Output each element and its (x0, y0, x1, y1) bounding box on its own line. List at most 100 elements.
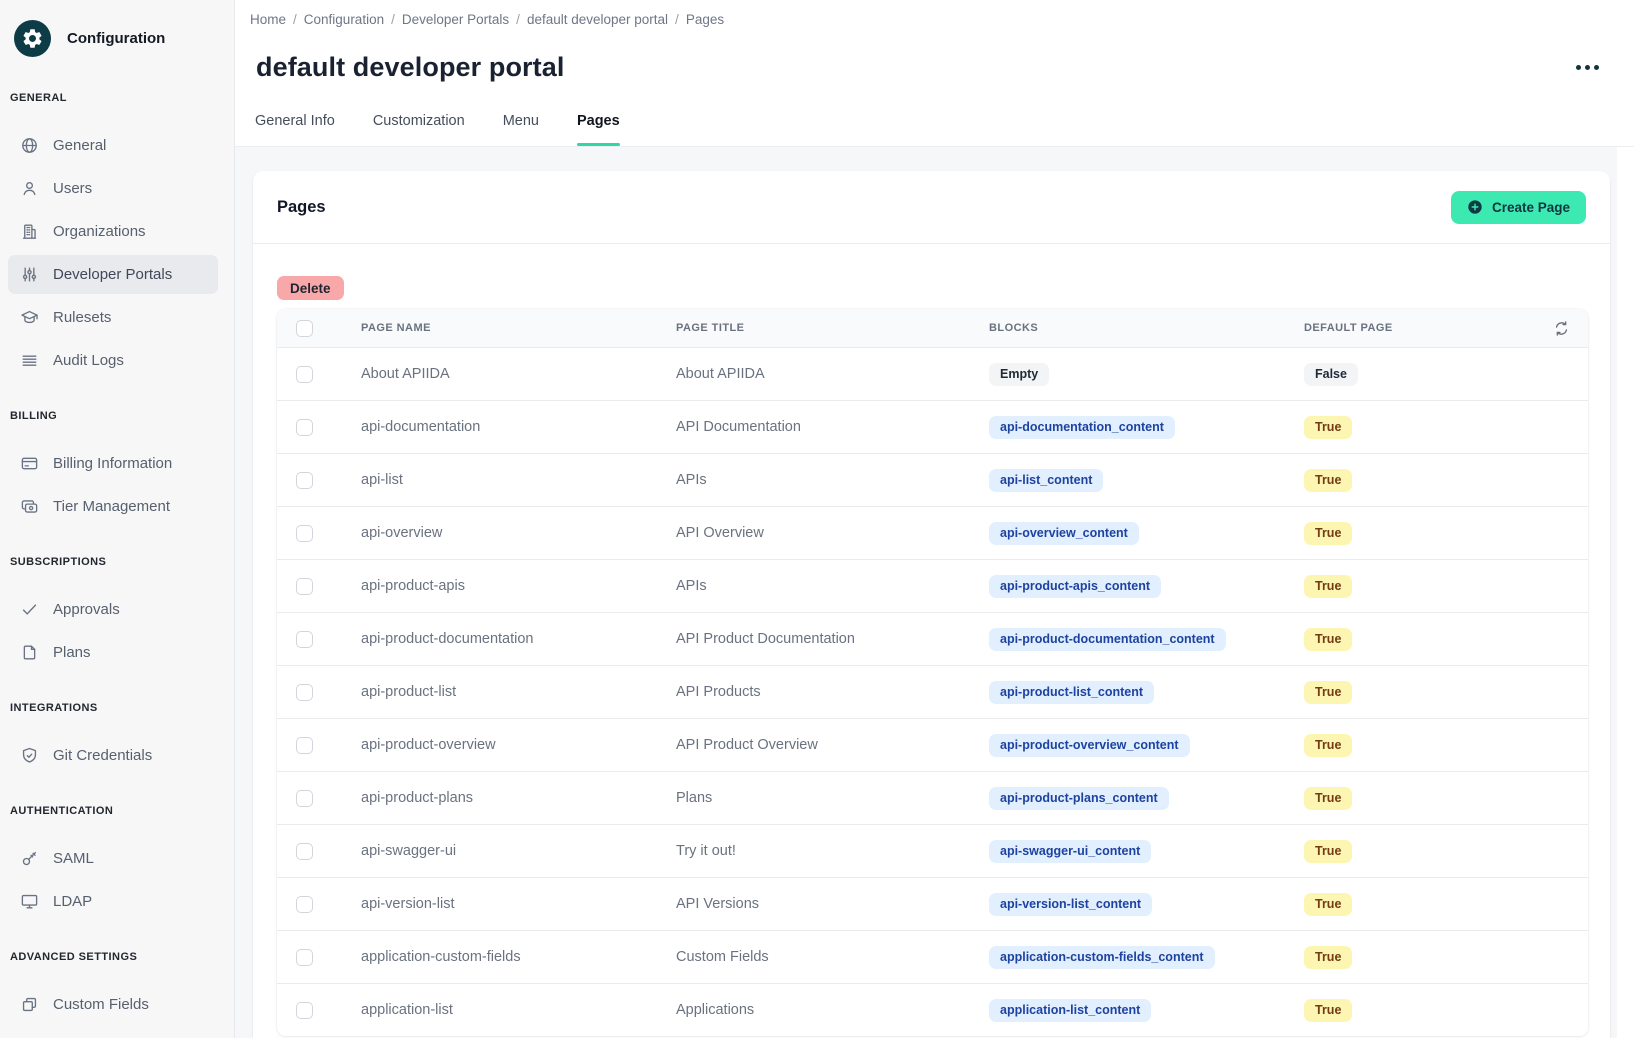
blocks-badge[interactable]: application-list_content (989, 999, 1151, 1022)
sidebar-item-audit-logs[interactable]: Audit Logs (8, 341, 218, 380)
page-name-cell: api-version-list (361, 896, 676, 912)
page-title-cell: Applications (676, 1002, 989, 1018)
table-row[interactable]: api-version-listAPI Versionsapi-version-… (277, 877, 1588, 930)
tab-general-info[interactable]: General Info (255, 111, 335, 146)
row-checkbox[interactable] (296, 472, 313, 489)
sidebar-item-general[interactable]: General (8, 126, 218, 165)
blocks-badge[interactable]: api-product-plans_content (989, 787, 1169, 810)
row-checkbox[interactable] (296, 737, 313, 754)
table-row[interactable]: api-documentationAPI Documentationapi-do… (277, 400, 1588, 453)
blocks-badge[interactable]: api-product-list_content (989, 681, 1154, 704)
table-row[interactable]: api-listAPIsapi-list_contentTrue (277, 453, 1588, 506)
table-row[interactable]: api-product-apisAPIsapi-product-apis_con… (277, 559, 1588, 612)
blocks-cell: api-product-list_content (989, 681, 1304, 704)
sidebar-item-approvals[interactable]: Approvals (8, 590, 218, 629)
page-name-cell: api-product-documentation (361, 631, 676, 647)
row-checkbox-cell (277, 790, 361, 807)
tab-menu[interactable]: Menu (503, 111, 539, 146)
default-page-cell: True (1304, 575, 1534, 598)
refresh-button[interactable] (1551, 318, 1572, 339)
row-checkbox[interactable] (296, 949, 313, 966)
table-row[interactable]: application-custom-fieldsCustom Fieldsap… (277, 930, 1588, 983)
blocks-badge[interactable]: application-custom-fields_content (989, 946, 1215, 969)
default-page-cell: True (1304, 946, 1534, 969)
duplicate-icon (20, 995, 39, 1014)
page-name-cell: application-custom-fields (361, 949, 676, 965)
blocks-badge[interactable]: api-swagger-ui_content (989, 840, 1151, 863)
default-page-badge: True (1304, 840, 1352, 863)
breadcrumb-item-default-developer-portal[interactable]: default developer portal (527, 12, 668, 27)
breadcrumb-item-configuration[interactable]: Configuration (304, 12, 384, 27)
sidebar-item-rulesets[interactable]: Rulesets (8, 298, 218, 337)
sidebar-item-billing-information[interactable]: Billing Information (8, 444, 218, 483)
breadcrumb-separator: / (675, 12, 679, 27)
sidebar-section-general: GENERALGeneralUsersOrganizationsDevelope… (8, 92, 218, 380)
blocks-badge[interactable]: api-product-documentation_content (989, 628, 1226, 651)
blocks-badge[interactable]: api-product-apis_content (989, 575, 1161, 598)
blocks-badge[interactable]: api-list_content (989, 469, 1103, 492)
tab-customization[interactable]: Customization (373, 111, 465, 146)
page-title: default developer portal (250, 51, 564, 83)
row-checkbox[interactable] (296, 578, 313, 595)
row-checkbox[interactable] (296, 790, 313, 807)
blocks-cell: Empty (989, 363, 1304, 386)
blocks-badge[interactable]: api-overview_content (989, 522, 1139, 545)
row-checkbox[interactable] (296, 684, 313, 701)
row-checkbox[interactable] (296, 525, 313, 542)
blocks-badge[interactable]: api-version-list_content (989, 893, 1152, 916)
breadcrumb-item-pages[interactable]: Pages (686, 12, 724, 27)
sidebar-section-label: BILLING (10, 410, 218, 422)
table-row[interactable]: api-swagger-uiTry it out!api-swagger-ui_… (277, 824, 1588, 877)
page-name-cell: api-product-apis (361, 578, 676, 594)
sidebar-item-custom-fields[interactable]: Custom Fields (8, 985, 218, 1024)
sidebar-section-authentication: AUTHENTICATIONSAMLLDAP (8, 805, 218, 921)
table-row[interactable]: api-product-overviewAPI Product Overview… (277, 718, 1588, 771)
table-row[interactable]: application-listApplicationsapplication-… (277, 983, 1588, 1036)
default-page-cell: True (1304, 522, 1534, 545)
default-page-cell: True (1304, 416, 1534, 439)
credit-card-icon (20, 454, 39, 473)
row-checkbox[interactable] (296, 366, 313, 383)
select-all-checkbox[interactable] (296, 320, 313, 337)
tab-pages[interactable]: Pages (577, 111, 620, 146)
delete-button[interactable]: Delete (277, 276, 344, 300)
row-checkbox[interactable] (296, 896, 313, 913)
sidebar-item-plans[interactable]: Plans (8, 633, 218, 672)
blocks-badge[interactable]: api-documentation_content (989, 416, 1175, 439)
table-row[interactable]: api-overviewAPI Overviewapi-overview_con… (277, 506, 1588, 559)
sidebar-item-developer-portals[interactable]: Developer Portals (8, 255, 218, 294)
sidebar-section-label: INTEGRATIONS (10, 702, 218, 714)
sidebar-item-label: Organizations (53, 223, 146, 240)
blocks-badge[interactable]: api-product-overview_content (989, 734, 1190, 757)
sidebar-item-label: Billing Information (53, 455, 172, 472)
sidebar-item-users[interactable]: Users (8, 169, 218, 208)
row-checkbox[interactable] (296, 843, 313, 860)
breadcrumb-item-developer-portals[interactable]: Developer Portals (402, 12, 509, 27)
sidebar-item-git-credentials[interactable]: Git Credentials (8, 736, 218, 775)
sidebar-item-tier-management[interactable]: Tier Management (8, 487, 218, 526)
default-page-cell: True (1304, 999, 1534, 1022)
breadcrumb-item-home[interactable]: Home (250, 12, 286, 27)
more-actions-button[interactable] (1572, 59, 1603, 76)
page-name-cell: application-list (361, 1002, 676, 1018)
table-row[interactable]: api-product-plansPlansapi-product-plans_… (277, 771, 1588, 824)
sidebar-item-organizations[interactable]: Organizations (8, 212, 218, 251)
sidebar-item-label: SAML (53, 850, 94, 867)
row-checkbox[interactable] (296, 419, 313, 436)
page-name-cell: api-documentation (361, 419, 676, 435)
blocks-cell: api-version-list_content (989, 893, 1304, 916)
row-checkbox[interactable] (296, 631, 313, 648)
row-checkbox[interactable] (296, 1002, 313, 1019)
sidebar-item-ldap[interactable]: LDAP (8, 882, 218, 921)
panel-header: Pages Create Page (253, 171, 1610, 244)
scrollbar[interactable] (1617, 147, 1634, 1038)
table-row[interactable]: About APIIDAAbout APIIDAEmptyFalse (277, 347, 1588, 400)
table-row[interactable]: api-product-documentationAPI Product Doc… (277, 612, 1588, 665)
table-row[interactable]: api-product-listAPI Productsapi-product-… (277, 665, 1588, 718)
list-icon (20, 351, 39, 370)
page-title-cell: API Product Overview (676, 737, 989, 753)
page-title-cell: API Versions (676, 896, 989, 912)
sidebar-item-saml[interactable]: SAML (8, 839, 218, 878)
create-page-button[interactable]: Create Page (1451, 191, 1586, 224)
sidebar-section-label: SUBSCRIPTIONS (10, 556, 218, 568)
